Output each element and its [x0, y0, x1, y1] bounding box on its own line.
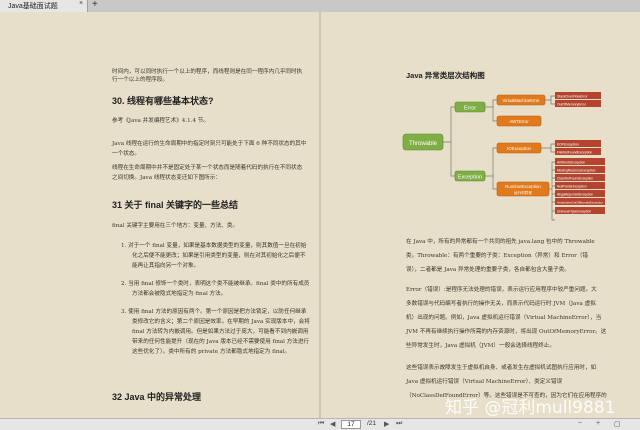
- item3-line-1: 3. 使用 final 方法的原因有两个。第一个原因是把方法锁定，以防任何继承: [121, 309, 307, 315]
- exception-label: Exception: [458, 175, 482, 181]
- first-page-icon[interactable]: ⏮: [318, 420, 324, 428]
- right-para1-line-2: 类。Throwable：有两个重要的子类：Exception（异常）和 Erro…: [406, 253, 588, 259]
- right-para3-line-2: Java 虚拟机运行错误（Virtual MachineError）、类定义错误: [406, 379, 563, 385]
- fit-page-icon[interactable]: ▢: [614, 420, 621, 428]
- item2-line-1: 2. 当用 final 修饰一个类时，表明这个类不能被继承。final 类中的所…: [121, 281, 310, 287]
- intro-line-2: 行一个以上的程序段。: [112, 77, 168, 83]
- right-para2-line-2: 多数错误与代码编写者执行的操作无关，而表示代码运行时 JVM（Java 虚拟: [406, 301, 596, 307]
- item1-line-1: 1. 对于一个 final 变量，如果是基本数据类型的变量，则其数值一旦在初始: [121, 243, 307, 249]
- right-para2-line-1: Error（错误）:是程序无法处理的错误，表示运行应用程序中较严重问题。大: [406, 287, 597, 293]
- throwable-label: Throwable: [409, 141, 438, 147]
- new-tab-icon[interactable]: +: [92, 0, 98, 10]
- right-para2-line-4: JVM 不再有继续执行操作所需的内存资源时，将出现 OutOfMemoryErr…: [406, 329, 607, 335]
- heading-30: 30. 线程有哪些基本状态?: [112, 96, 214, 106]
- vme-label: VirtualMachineError: [503, 98, 541, 103]
- item1-line-3: 能再让其指向另一个对象。: [132, 263, 200, 269]
- heading-31: 31 关于 final 关键字的一些总结: [112, 200, 239, 210]
- zoom-out-icon[interactable]: −: [578, 420, 582, 427]
- next-page-icon[interactable]: ▶: [384, 420, 389, 428]
- page-number-input[interactable]: 17: [341, 420, 361, 429]
- tab-close-icon[interactable]: ×: [79, 0, 83, 7]
- para1-line-1: Java 线程在运行的生命周期中的指定时刻只可能处于下面 6 种不同状态的其中: [112, 141, 307, 147]
- runtime-sub-label: 运行时异常: [514, 190, 532, 195]
- pdf-page-right: Java 异常类层次结构图 Throwable Error Exception: [321, 12, 640, 418]
- item3-line-3: final 方法转为内嵌调用。但是如果方法过于庞大，可能看不到内嵌调用: [132, 329, 309, 335]
- zoom-in-icon[interactable]: +: [596, 420, 600, 427]
- bottom-toolbar: ⏮ ◀ 17 /21 ▶ ⏭ − + ▢: [0, 418, 640, 430]
- vme-leaf-label: OutOfMemoryError: [557, 102, 587, 106]
- reference-line: 参考《Java 并发编程艺术》4.1.4 节。: [112, 118, 209, 124]
- last-page-icon[interactable]: ⏭: [396, 420, 402, 428]
- io-leaf-label: FileNotFoundException: [557, 150, 592, 154]
- zhihu-watermark: 知乎 @冠利mull9881: [445, 398, 616, 418]
- awt-label: AWTError: [509, 119, 529, 124]
- item2-line-2: 方法都会被隐式地指定为 final 方法。: [132, 291, 227, 297]
- runtime-leaf-label: NullPointerException: [557, 184, 587, 188]
- item1-line-2: 化之后便不能更改；如果是引用类型的变量，则在对其初始化之后便不: [132, 253, 306, 259]
- page-total: /21: [367, 420, 377, 427]
- exception-hierarchy-diagram: Throwable Error Exception VirtualMachine…: [402, 92, 605, 221]
- io-leaf-label: EOFException: [557, 142, 579, 146]
- runtime-leaf-label: UnknownTypeException: [557, 209, 591, 213]
- final-intro: final 关键字主要用在三个地方：变量、方法、类。: [112, 223, 239, 229]
- tab-bar: Java基础面试题 × +: [0, 0, 640, 12]
- runtime-leaf-label: ArithmeticException: [557, 160, 585, 164]
- intro-line-1: 时间内，可以同时执行一个以上的程序，而线程则是在同一程序内几乎同时执: [112, 69, 303, 75]
- item3-line-2: 类修改它的含义；第二个原因是效率。在早期的 Java 实现版本中，会将: [132, 319, 310, 325]
- vme-leaf-label: StackOverFlowError: [557, 94, 588, 98]
- para2-line-1: 线程在生命周期中并不是固定处于某一个状态而是随着代码的执行在不同状态: [112, 165, 303, 171]
- para1-line-2: 一个状态。: [112, 151, 140, 157]
- right-para2-line-3: 机）出现的问题。例如，Java 虚拟机运行错误（Virtual MachineE…: [406, 315, 602, 321]
- runtime-leaf-label: MissingResourceException: [557, 168, 596, 172]
- document-tab[interactable]: Java基础面试题 ×: [0, 0, 88, 12]
- item3-line-5: 这些优化了）。类中所有的 private 方法都隐式地指定为 final。: [132, 349, 291, 355]
- runtime-label: RuntimeException: [505, 184, 541, 189]
- diagram-heading: Java 异常类层次结构图: [406, 71, 485, 80]
- runtime-leaf-label: ArrayIndexOutOfBoundsException: [557, 200, 603, 204]
- pdf-page-left: 时间内，可以同时执行一个以上的程序，而线程则是在同一程序内几乎同时执 行一个以上…: [0, 12, 319, 418]
- para2-line-2: 之间切换。Java 线程状态变迁如下图所示：: [112, 175, 221, 181]
- io-label: IOException: [507, 146, 531, 151]
- prev-page-icon[interactable]: ◀: [330, 420, 335, 428]
- heading-32: 32 Java 中的异常处理: [112, 392, 202, 402]
- runtime-leaf-label: IllegalArgumentException: [557, 192, 593, 196]
- error-label: Error: [464, 106, 476, 112]
- diagram-connectors: [443, 95, 555, 221]
- right-para2-line-5: 些异常发生时，Java 虚拟机（JVM）一般会选择线程终止。: [406, 343, 555, 349]
- runtime-leaf-label: ClassNotFoundException: [557, 176, 593, 180]
- item3-line-4: 带来的任何性能提升（现在的 Java 版本已经不需要使用 final 方法进行: [132, 339, 310, 345]
- right-para1-line-3: 误），二者都是 Java 异常处理的重要子类，各自都包含大量子类。: [406, 267, 570, 273]
- right-para3-line-1: 这些错误表示故障发生于虚拟机自身、或者发生在虚拟机试图执行应用时，如: [406, 365, 597, 371]
- right-para1-line-1: 在 Java 中，所有的异常都有一个共同的祖先 java.lang 包中的 Th…: [406, 239, 595, 245]
- tab-title: Java基础面试题: [8, 3, 58, 10]
